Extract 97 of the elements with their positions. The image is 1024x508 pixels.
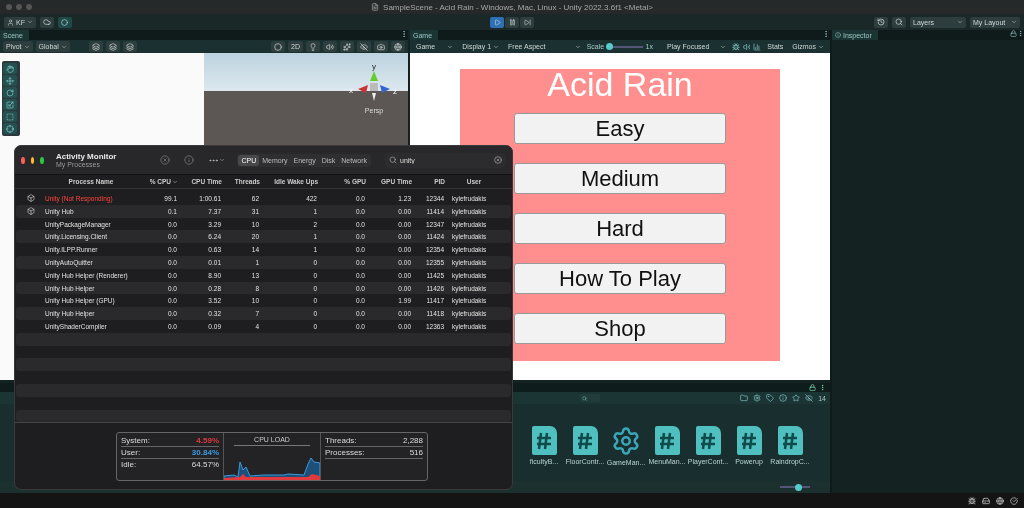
stat-label: Threads: (325, 435, 357, 445)
search-field[interactable] (580, 394, 600, 402)
effects-button[interactable] (340, 41, 354, 52)
minimize-button[interactable] (30, 156, 35, 164)
search-icon (582, 395, 587, 401)
bug-icon[interactable] (731, 42, 740, 51)
stop-icon[interactable] (160, 155, 171, 166)
info-icon (835, 32, 841, 38)
axis-label: y (372, 62, 376, 71)
search-button[interactable] (892, 16, 906, 28)
increment-button[interactable] (122, 41, 137, 52)
history-button[interactable] (874, 16, 888, 28)
pause-button[interactable] (505, 16, 519, 28)
star-icon[interactable] (792, 394, 801, 402)
menu-button[interactable]: Hard (514, 213, 726, 244)
sort-caret-icon (172, 178, 178, 185)
script-file-icon[interactable] (572, 426, 598, 455)
step-button[interactable] (520, 16, 534, 28)
play-button[interactable] (490, 16, 504, 28)
scale-slider[interactable] (607, 43, 643, 50)
gear-icon[interactable] (611, 426, 641, 456)
lock-icon[interactable] (1010, 30, 1017, 37)
tag-icon[interactable] (766, 394, 775, 402)
grid-button[interactable] (105, 41, 120, 52)
check-icon[interactable] (1010, 496, 1018, 505)
caret-icon (23, 43, 30, 50)
stat-value: 516 (409, 447, 423, 457)
axis-label: z (393, 87, 397, 96)
pause-icon (508, 18, 516, 26)
lock-icon[interactable] (809, 384, 816, 391)
stat-value: 30.84% (191, 447, 219, 457)
stat-value: 64.57% (191, 459, 219, 469)
user-icon (7, 18, 14, 26)
bug-icon[interactable] (968, 496, 976, 505)
close-button[interactable] (21, 156, 25, 164)
caret-icon (447, 43, 454, 50)
script-file-icon[interactable] (654, 426, 680, 455)
zoom-button[interactable] (40, 156, 44, 164)
rotate-tool-button[interactable] (3, 87, 17, 98)
caret-icon (957, 19, 963, 25)
move-tool-button[interactable] (3, 75, 17, 86)
stat-label: Processes: (325, 447, 365, 457)
orientation-gizmo-drawing[interactable]: y x z (348, 61, 400, 105)
camera-button[interactable] (374, 41, 388, 52)
folder-icon[interactable] (740, 394, 749, 402)
stat-value: 4.59% (196, 435, 219, 445)
audio-button[interactable] (323, 41, 337, 52)
axis-label: x (349, 86, 353, 95)
stat-label: System: (121, 435, 150, 445)
stat-label: Idle: (121, 459, 137, 469)
scale-tool-button[interactable] (3, 99, 17, 110)
globe-icon[interactable] (996, 496, 1004, 505)
lighting-button[interactable] (306, 41, 320, 52)
drive-icon[interactable] (982, 496, 990, 505)
more-icon[interactable] (822, 30, 830, 38)
script-file-icon[interactable] (695, 426, 721, 455)
caret-icon (60, 43, 67, 50)
caret-icon (818, 43, 824, 50)
script-file-icon[interactable] (777, 426, 803, 455)
slider-thumb[interactable] (605, 43, 613, 50)
caret-icon (26, 19, 33, 25)
menu-button[interactable]: Medium (514, 163, 726, 194)
hidden-icon[interactable] (805, 394, 814, 402)
caret-icon (574, 43, 581, 50)
stat-value: 2,288 (402, 435, 423, 445)
search-icon (389, 156, 397, 165)
script-file-icon[interactable] (531, 426, 557, 455)
gizmos-button[interactable] (391, 41, 405, 52)
shading-button[interactable] (271, 41, 286, 52)
chart-icon[interactable] (753, 42, 762, 51)
audio-icon[interactable] (742, 42, 751, 51)
collab-button[interactable] (57, 16, 72, 28)
rect-tool-button[interactable] (3, 111, 17, 122)
app-title: Activity Monitor (55, 152, 117, 162)
menu-button[interactable]: Easy (514, 113, 726, 144)
grid-snap-button[interactable] (88, 41, 103, 52)
script-file-icon[interactable] (736, 426, 762, 455)
clear-icon[interactable] (494, 156, 502, 165)
info-icon[interactable] (779, 394, 788, 402)
visibility-button[interactable] (357, 41, 371, 52)
stat-label: User: (121, 447, 141, 457)
cloud-button[interactable] (39, 16, 54, 28)
document-icon (371, 3, 380, 11)
step-icon (523, 18, 531, 26)
game-title: Acid Rain (547, 69, 693, 99)
window-title: SampleScene - Acid Rain - Windows, Mac, Linux - Unity 2022.3.6f1 <Metal> (383, 2, 653, 12)
caret-icon (493, 43, 500, 50)
more-icon[interactable] (400, 30, 408, 38)
menu-button[interactable]: How To Play (514, 263, 726, 294)
caret-icon (219, 157, 226, 164)
menu-button[interactable]: Shop (514, 313, 726, 344)
caret-icon (719, 43, 726, 50)
slider-thumb[interactable] (795, 483, 802, 491)
hand-tool-button[interactable] (3, 63, 17, 74)
transform-tool-button[interactable] (3, 123, 17, 134)
caret-icon (1011, 19, 1017, 25)
play-icon (493, 18, 501, 26)
